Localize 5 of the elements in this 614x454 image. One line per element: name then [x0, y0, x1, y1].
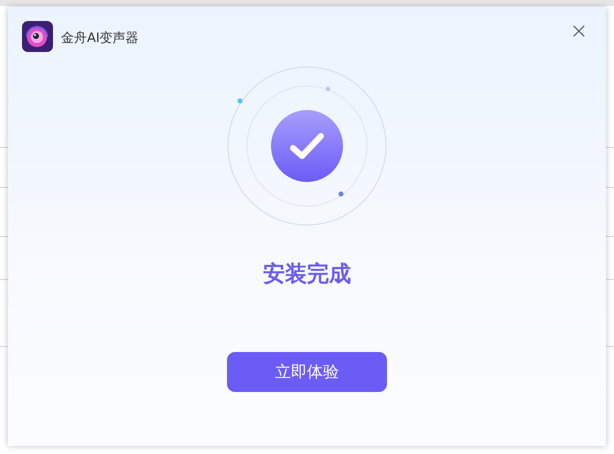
install-complete-heading: 安装完成: [263, 262, 351, 288]
app-logo-icon: [22, 21, 53, 52]
try-now-button[interactable]: 立即体验: [227, 352, 387, 392]
window-title: 金舟AI变声器: [61, 30, 139, 48]
close-button[interactable]: ×: [566, 21, 592, 43]
